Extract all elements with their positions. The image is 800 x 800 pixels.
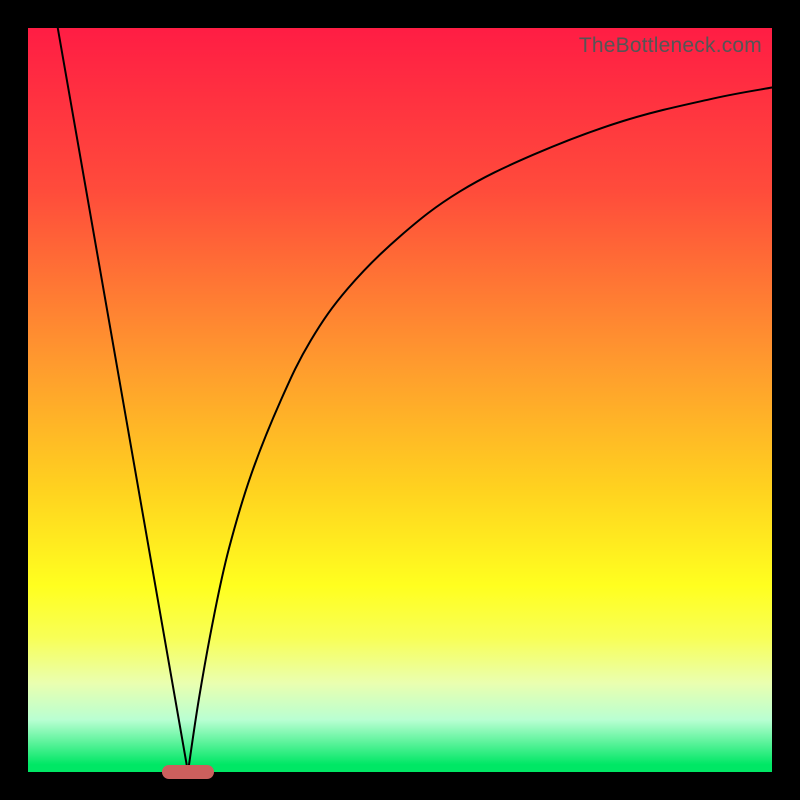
series-right-curve	[188, 88, 772, 772]
chart-frame: TheBottleneck.com	[0, 0, 800, 800]
curve-layer	[28, 28, 772, 772]
series-left-line	[58, 28, 188, 772]
bottleneck-marker	[162, 765, 214, 779]
plot-area: TheBottleneck.com	[28, 28, 772, 772]
